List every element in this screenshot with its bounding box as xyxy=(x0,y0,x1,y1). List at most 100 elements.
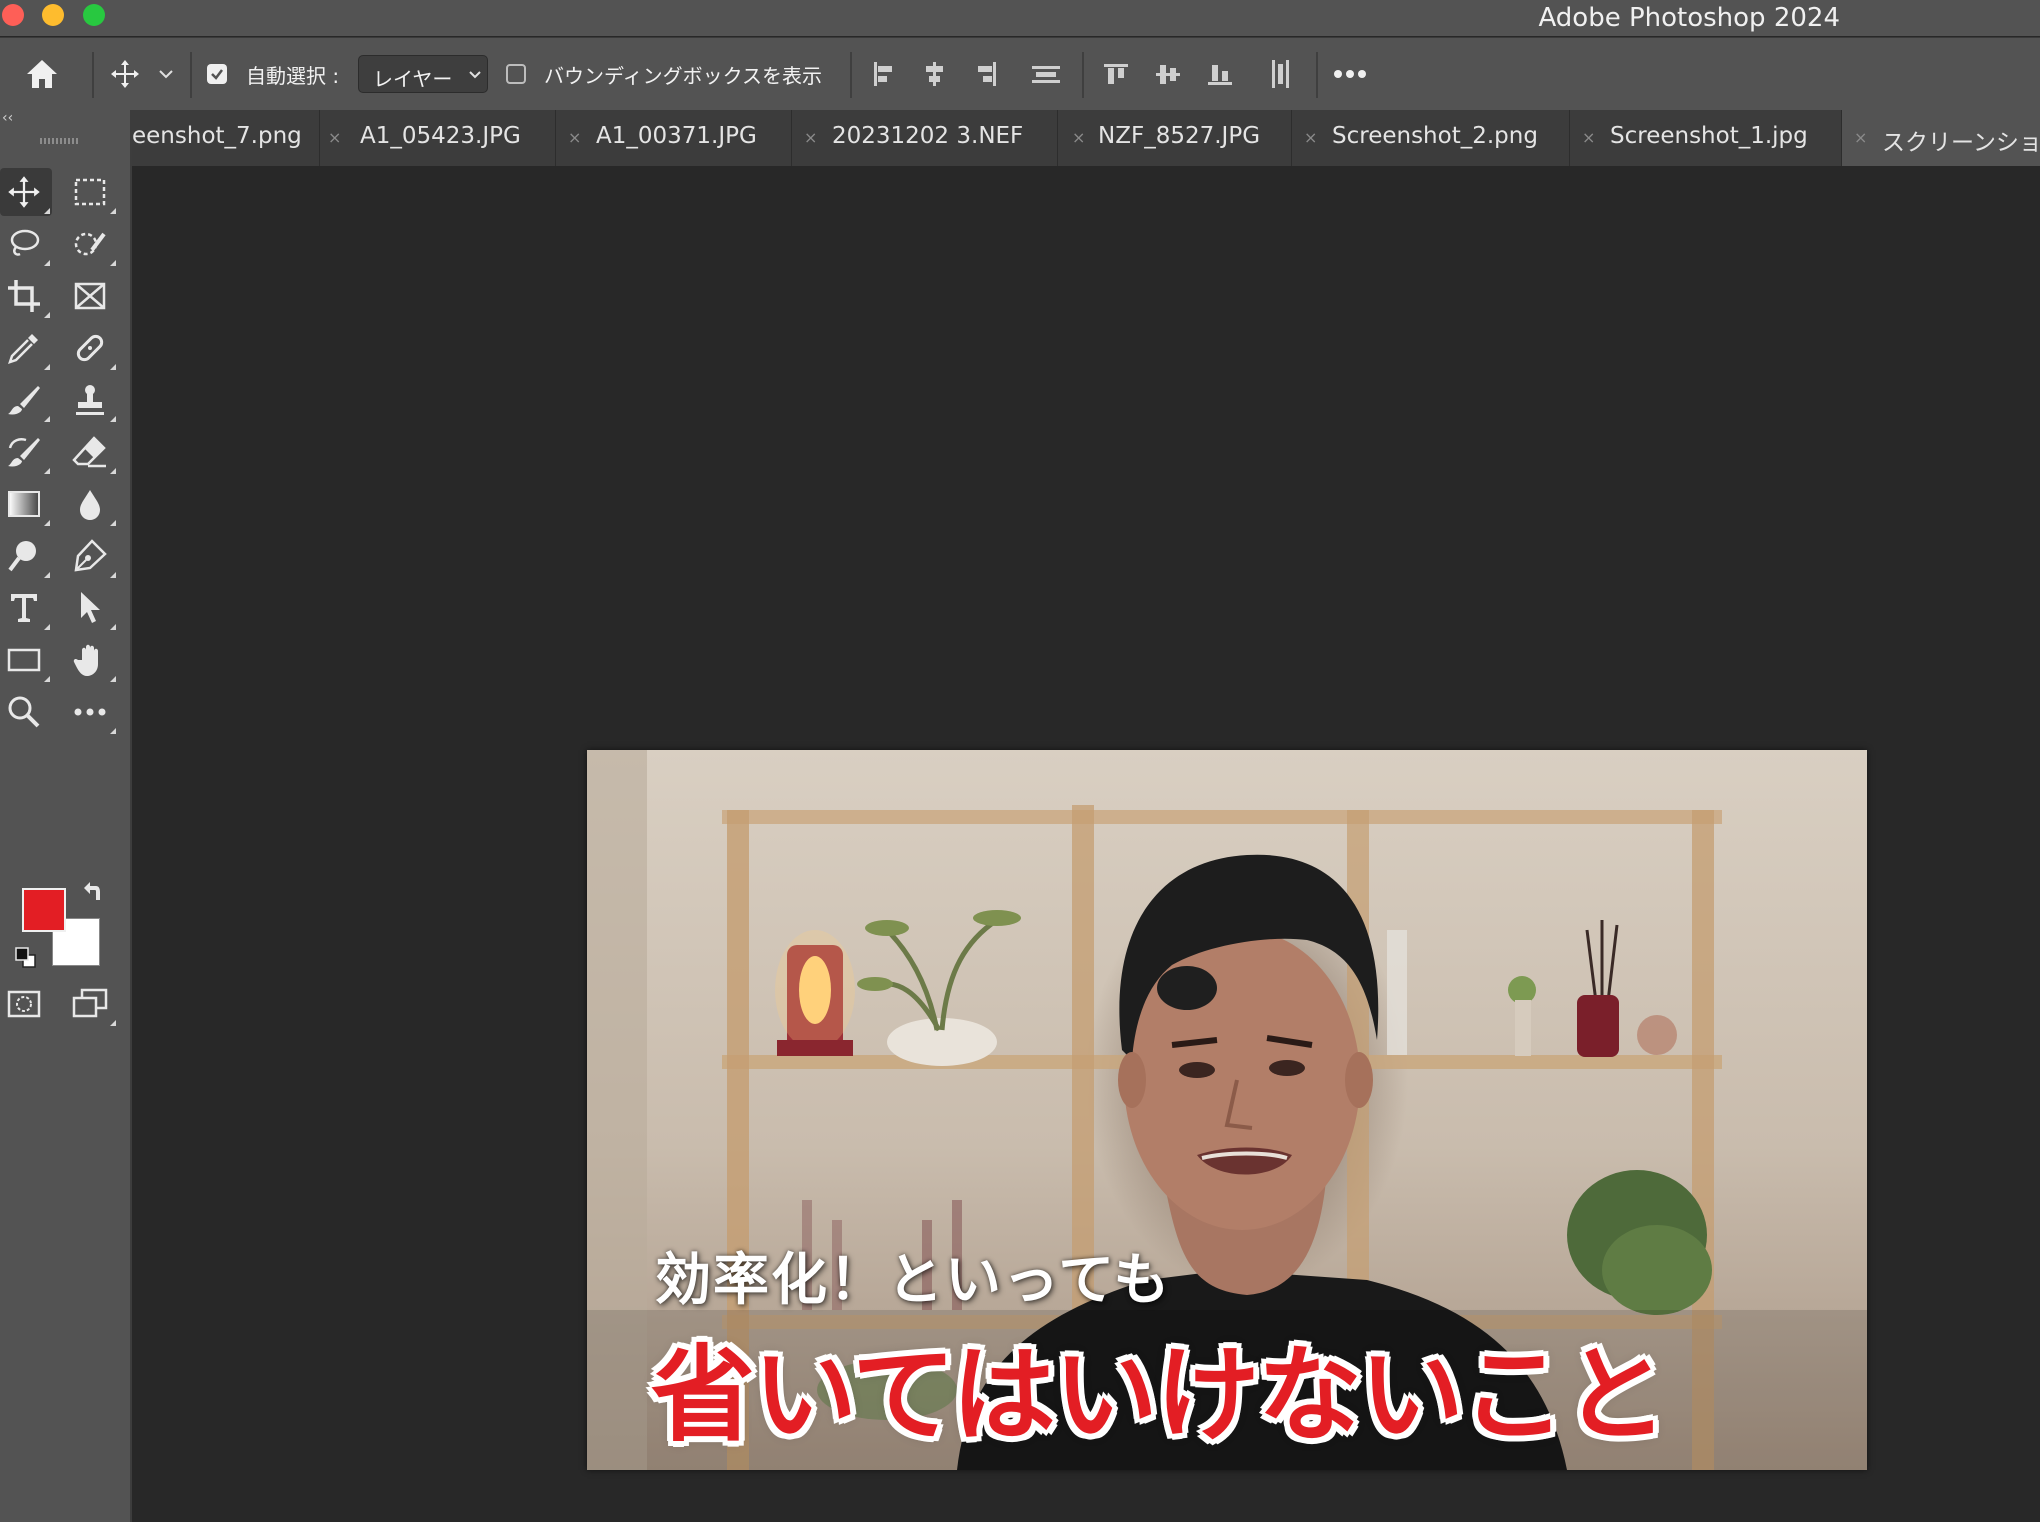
move-tool[interactable] xyxy=(0,168,52,216)
tab-label: Screenshot_1.jpg xyxy=(1610,123,1808,149)
blur-tool[interactable] xyxy=(66,480,118,528)
align-left-icon xyxy=(874,62,892,86)
align-horizontal-centers-button[interactable] xyxy=(916,56,952,92)
app-title: Adobe Photoshop 2024 xyxy=(1538,3,1840,33)
eraser-tool[interactable] xyxy=(66,428,118,476)
align-left-edges-button[interactable] xyxy=(866,56,902,92)
swap-colors-button[interactable] xyxy=(78,878,110,910)
more-options-button[interactable] xyxy=(1330,56,1370,92)
type-icon xyxy=(11,594,37,622)
rectangle-tool[interactable] xyxy=(0,636,52,684)
spot-healing-brush-tool[interactable] xyxy=(66,324,118,372)
object-selection-icon xyxy=(74,232,106,256)
align-top-edges-button[interactable] xyxy=(1098,56,1134,92)
gradient-tool[interactable] xyxy=(0,480,52,528)
pen-tool[interactable] xyxy=(66,532,118,580)
default-colors-button[interactable] xyxy=(14,946,42,974)
tab-close-button[interactable]: × xyxy=(1304,128,1317,147)
eraser-icon xyxy=(72,436,106,468)
document-tab[interactable]: × A1_05423.JPG xyxy=(320,110,556,166)
move-icon xyxy=(8,176,40,208)
default-colors-icon xyxy=(15,947,36,968)
align-vertical-center-icon xyxy=(1156,65,1180,84)
align-right-icon xyxy=(978,62,996,86)
document-tab[interactable]: × Screenshot_2.png xyxy=(1292,110,1570,166)
brush-tool[interactable] xyxy=(0,376,52,424)
align-bottom-edges-button[interactable] xyxy=(1202,56,1238,92)
dodge-tool[interactable] xyxy=(0,532,52,580)
tab-label: Screenshot_2.png xyxy=(1332,123,1538,149)
chevron-down-icon xyxy=(469,71,481,79)
align-top-icon xyxy=(1104,64,1128,84)
document-tab-bar: eenshot_7.png × A1_05423.JPG × A1_00371.… xyxy=(130,110,2040,166)
canvas-area[interactable]: 効率化！といっても 省いてはいけないこと xyxy=(132,166,2040,1522)
document-tab-active[interactable]: × スクリーンショ xyxy=(1842,110,2040,166)
hand-tool[interactable] xyxy=(66,636,118,684)
align-right-edges-button[interactable] xyxy=(968,56,1004,92)
tab-close-button[interactable]: × xyxy=(1072,128,1085,147)
brush-icon xyxy=(8,386,40,415)
bandage-icon xyxy=(76,334,104,362)
tab-close-button[interactable]: × xyxy=(1582,128,1595,147)
collapse-label: ‹‹ xyxy=(2,110,14,126)
auto-select-target-select[interactable]: レイヤー xyxy=(358,55,488,93)
move-tool-preset-button[interactable] xyxy=(104,52,146,96)
tools-panel xyxy=(0,132,132,1522)
clone-stamp-tool[interactable] xyxy=(66,376,118,424)
eyedropper-tool[interactable] xyxy=(0,324,52,372)
distribute-horizontally-button[interactable] xyxy=(1262,56,1298,92)
crop-tool[interactable] xyxy=(0,272,52,320)
lasso-tool[interactable] xyxy=(0,220,52,268)
pen-icon xyxy=(74,539,107,572)
title-bar: Adobe Photoshop 2024 xyxy=(0,0,2040,36)
eyedropper-icon xyxy=(8,334,38,364)
screen-mode-button[interactable] xyxy=(66,980,118,1028)
gradient-icon xyxy=(8,491,40,517)
document-tab[interactable]: × A1_00371.JPG xyxy=(556,110,792,166)
screen-mode-icon xyxy=(72,988,108,1018)
distribute-vertically-button[interactable] xyxy=(1028,56,1064,92)
document-canvas[interactable]: 効率化！といっても 省いてはいけないこと xyxy=(587,750,1867,1470)
zoom-tool[interactable] xyxy=(0,688,52,736)
path-selection-tool[interactable] xyxy=(66,584,118,632)
move-icon xyxy=(111,60,139,88)
frame-icon xyxy=(74,282,106,310)
document-tab[interactable]: eenshot_7.png xyxy=(130,110,320,166)
rectangular-marquee-tool[interactable] xyxy=(66,168,118,216)
frame-tool[interactable] xyxy=(66,272,118,320)
type-tool[interactable] xyxy=(0,584,52,632)
quick-mask-button[interactable] xyxy=(0,980,52,1028)
close-window-button[interactable] xyxy=(2,4,24,26)
object-selection-tool[interactable] xyxy=(66,220,118,268)
document-tab[interactable]: × 20231202 3.NEF xyxy=(792,110,1058,166)
tab-close-button[interactable]: × xyxy=(568,128,581,147)
lasso-icon xyxy=(10,229,40,256)
home-icon xyxy=(27,60,57,88)
collapse-panels-button[interactable]: ‹‹ xyxy=(0,110,130,132)
options-bar: 自動選択 : レイヤー バウンディングボックスを表示 xyxy=(0,37,2040,111)
distribute-horizontal-icon xyxy=(1272,60,1289,88)
more-icon xyxy=(1334,70,1366,78)
chevron-down-icon xyxy=(159,70,173,79)
auto-select-checkbox[interactable] xyxy=(207,64,227,84)
tab-close-button[interactable]: × xyxy=(1854,128,1867,147)
history-brush-tool[interactable] xyxy=(0,428,52,476)
tool-preset-dropdown[interactable] xyxy=(154,62,178,86)
minimize-window-button[interactable] xyxy=(42,4,64,26)
align-bottom-icon xyxy=(1208,65,1232,85)
document-tab[interactable]: × NZF_8527.JPG xyxy=(1058,110,1292,166)
tab-label: NZF_8527.JPG xyxy=(1098,123,1261,149)
align-vertical-centers-button[interactable] xyxy=(1150,56,1186,92)
foreground-color-swatch[interactable] xyxy=(22,888,66,932)
distribute-vertical-icon xyxy=(1032,66,1060,83)
arrow-pointer-icon xyxy=(81,592,100,623)
home-button[interactable] xyxy=(18,52,66,96)
tab-close-button[interactable]: × xyxy=(804,128,817,147)
tab-close-button[interactable]: × xyxy=(328,128,341,147)
document-tab[interactable]: × Screenshot_1.jpg xyxy=(1570,110,1842,166)
thumbnail-title: 省いてはいけないこと xyxy=(651,1334,1668,1456)
zoom-window-button[interactable] xyxy=(83,4,105,26)
panel-grip[interactable] xyxy=(40,138,80,144)
show-bounding-box-checkbox[interactable] xyxy=(506,64,526,84)
edit-toolbar-button[interactable] xyxy=(66,688,118,736)
